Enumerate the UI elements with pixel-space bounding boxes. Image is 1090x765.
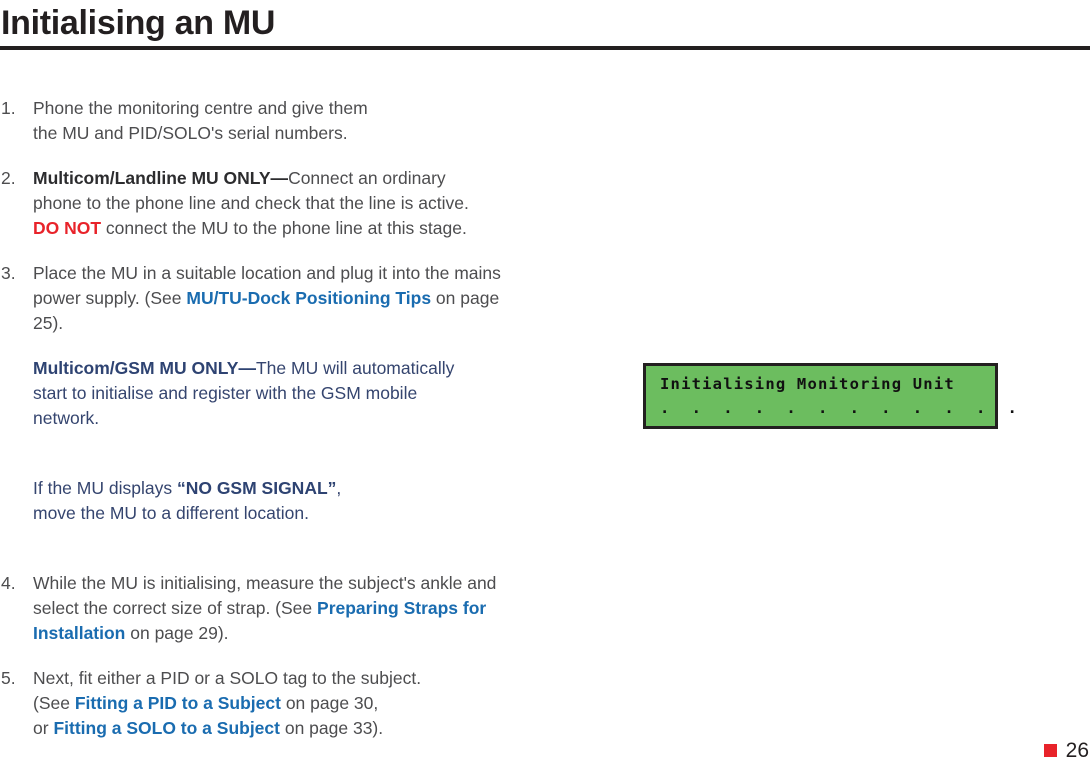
cross-reference-link-fitting-solo[interactable]: Fitting a SOLO to a Subject	[53, 718, 280, 738]
step-line: power supply. (See MU/TU-Dock Positionin…	[33, 286, 600, 311]
step-number: 3.	[1, 263, 16, 283]
note-line: network.	[33, 408, 100, 428]
note-line-text: The MU will automatically	[255, 358, 455, 378]
step-line: Installation on page 29).	[33, 621, 600, 646]
page-number: 26	[1065, 739, 1089, 762]
step-line: While the MU is initialising, measure th…	[33, 573, 497, 593]
step-number: 5.	[1, 668, 16, 688]
header-divider-rule	[0, 46, 1090, 50]
step-line: or Fitting a SOLO to a Subject on page 3…	[33, 716, 600, 741]
step-line: (See Fitting a PID to a Subject on page …	[33, 691, 600, 716]
emphasis-multicom-landline: Multicom/Landline MU ONLY—	[33, 168, 289, 188]
list-item-step-4: 4. While the MU is initialising, measure…	[0, 571, 600, 646]
list-item-step-5: 5. Next, fit either a PID or a SOLO tag …	[0, 666, 600, 741]
step-line-text: (See	[33, 693, 75, 713]
cross-reference-link-installation[interactable]: Installation	[33, 623, 125, 643]
cross-reference-link-mu-tu-dock[interactable]: MU/TU-Dock Positioning Tips	[186, 288, 431, 308]
step-line-text: on page 30,	[280, 693, 379, 713]
step-body: Multicom/Landline MU ONLY—Connect an ord…	[33, 166, 600, 241]
page-header: Initialising an MU	[0, 0, 1090, 50]
note-line: Multicom/GSM MU ONLY—The MU will automat…	[33, 356, 600, 381]
step-line-text: on page 29).	[125, 623, 229, 643]
lcd-line-1: Initialising Monitoring Unit	[660, 375, 955, 393]
step-line-text: power supply. (See	[33, 288, 187, 308]
step-number: 4.	[1, 573, 16, 593]
step-line-text: on page 33).	[279, 718, 384, 738]
cross-reference-link-fitting-pid[interactable]: Fitting a PID to a Subject	[75, 693, 281, 713]
list-item-step-1: 1. Phone the monitoring centre and give …	[0, 96, 600, 146]
note-line-text: If the MU displays	[33, 478, 177, 498]
step-line: Next, fit either a PID or a SOLO tag to …	[33, 668, 422, 688]
note-line: If the MU displays “NO GSM SIGNAL”,	[33, 476, 600, 501]
instructions-list: 1. Phone the monitoring centre and give …	[0, 96, 600, 761]
list-item-step-2: 2. Multicom/Landline MU ONLY—Connect an …	[0, 166, 600, 241]
step-body: Next, fit either a PID or a SOLO tag to …	[33, 666, 600, 741]
step-body: Phone the monitoring centre and give the…	[33, 96, 600, 146]
step-line-text: or	[33, 718, 54, 738]
warning-do-not: DO NOT	[33, 218, 102, 238]
note-line: move the MU to a different location.	[33, 503, 309, 523]
lcd-line-2-progress-dots: . . . . . . . . . . . .	[660, 399, 1019, 417]
page-title: Initialising an MU	[1, 4, 276, 42]
emphasis-no-gsm-signal: “NO GSM SIGNAL”	[176, 478, 337, 498]
step-line-text: on page	[431, 288, 500, 308]
step-line: phone to the phone line and check that t…	[33, 193, 469, 213]
note-line: start to initialise and register with th…	[33, 383, 418, 403]
step-body: While the MU is initialising, measure th…	[33, 571, 600, 646]
cross-reference-link-preparing-straps[interactable]: Preparing Straps for	[317, 598, 486, 618]
step-line: the MU and PID/SOLO's serial numbers.	[33, 123, 348, 143]
page-footer: 26	[1043, 739, 1089, 762]
step-line: Phone the monitoring centre and give the…	[33, 98, 368, 118]
step-line: Multicom/Landline MU ONLY—Connect an ord…	[33, 166, 600, 191]
step-body: Place the MU in a suitable location and …	[33, 261, 600, 336]
mu-lcd-display: Initialising Monitoring Unit . . . . . .…	[643, 363, 1019, 429]
red-square-marker-icon	[1043, 744, 1057, 757]
step-line: select the correct size of strap. (See P…	[33, 596, 600, 621]
step-line: DO NOT connect the MU to the phone line …	[33, 216, 600, 241]
step-line-text: select the correct size of strap. (See	[33, 598, 318, 618]
note-multicom-gsm: Multicom/GSM MU ONLY—The MU will automat…	[0, 356, 600, 431]
note-no-gsm-signal: If the MU displays “NO GSM SIGNAL”, move…	[0, 476, 600, 526]
step-line: Place the MU in a suitable location and …	[33, 263, 501, 283]
step-line-text: connect the MU to the phone line at this…	[101, 218, 467, 238]
step-number: 2.	[1, 168, 16, 188]
note-line-text: ,	[336, 478, 342, 498]
step-line: 25).	[33, 313, 64, 333]
emphasis-multicom-gsm: Multicom/GSM MU ONLY—	[33, 358, 256, 378]
step-number: 1.	[1, 98, 16, 118]
list-item-step-3: 3. Place the MU in a suitable location a…	[0, 261, 600, 336]
step-line-text: Connect an ordinary	[288, 168, 446, 188]
